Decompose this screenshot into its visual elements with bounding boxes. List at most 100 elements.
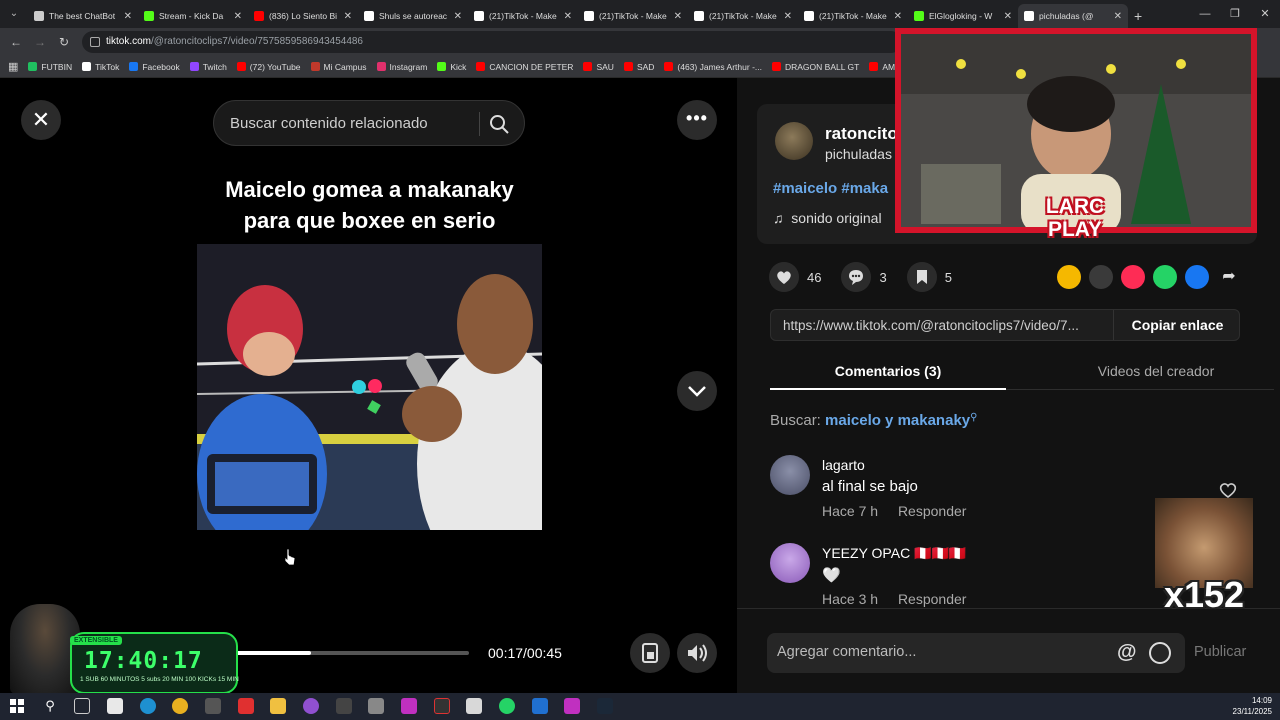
- video-link[interactable]: https://www.tiktok.com/@ratoncitoclips7/…: [783, 318, 1109, 333]
- bookmark-item[interactable]: CANCION DE PETER: [476, 62, 573, 72]
- copy-link-button[interactable]: Copiar enlace: [1114, 310, 1241, 340]
- comment-avatar[interactable]: [770, 543, 810, 583]
- browser-tab[interactable]: Stream - Kick Da ✕: [138, 4, 248, 28]
- publish-button[interactable]: Publicar: [1194, 644, 1246, 660]
- bookmark-item[interactable]: Kick: [437, 62, 466, 72]
- steam-icon[interactable]: [597, 698, 613, 714]
- bookmark-item[interactable]: Twitch: [189, 62, 227, 72]
- browser-tab[interactable]: (836) Lo Siento Bi ✕: [248, 4, 358, 28]
- more-options-button[interactable]: •••: [677, 100, 717, 140]
- tab-close-icon[interactable]: ✕: [1004, 11, 1012, 22]
- file-explorer-icon[interactable]: [270, 698, 286, 714]
- mention-icon[interactable]: @: [1117, 641, 1137, 664]
- whatsapp-taskbar-icon[interactable]: [499, 698, 515, 714]
- browser-tab[interactable]: (21)TikTok - Make ✕: [688, 4, 798, 28]
- whatsapp-icon[interactable]: [1153, 265, 1177, 289]
- taskbar-app-icon[interactable]: [434, 698, 450, 714]
- volume-button[interactable]: [677, 633, 717, 673]
- tab-close-icon[interactable]: ✕: [344, 11, 352, 22]
- minimize-icon[interactable]: —: [1190, 0, 1220, 28]
- task-view-icon[interactable]: [74, 698, 90, 714]
- comment-like-icon[interactable]: [1218, 481, 1238, 499]
- taskbar-app-icon[interactable]: [303, 698, 319, 714]
- bookmark-item[interactable]: FUTBIN: [28, 62, 72, 72]
- browser-tab[interactable]: (21)TikTok - Make ✕: [798, 4, 908, 28]
- save-action[interactable]: 5: [906, 262, 952, 292]
- tab-comments[interactable]: Comentarios (3): [770, 354, 1006, 390]
- bookmark-item[interactable]: (72) YouTube: [236, 62, 301, 72]
- facebook-icon[interactable]: [1185, 265, 1209, 289]
- related-search-box[interactable]: Buscar contenido relacionado: [213, 100, 525, 146]
- tab-close-icon[interactable]: ✕: [1114, 11, 1122, 22]
- embed-icon[interactable]: [1089, 265, 1113, 289]
- taskbar-search-icon[interactable]: ⚲: [42, 698, 58, 714]
- share-arrow-icon[interactable]: ➦: [1217, 265, 1241, 289]
- bookmark-item[interactable]: SAU: [583, 62, 614, 72]
- back-icon[interactable]: ←: [8, 34, 24, 50]
- tab-creator-videos[interactable]: Videos del creador: [1038, 354, 1274, 390]
- url-field[interactable]: tiktok.com/@ratoncitoclips7/video/757585…: [82, 31, 902, 53]
- taskbar-app-icon[interactable]: [368, 698, 384, 714]
- bookmark-item[interactable]: SAD: [623, 62, 654, 72]
- taskbar-app-icon[interactable]: [401, 698, 417, 714]
- comment-user[interactable]: lagarto: [822, 457, 865, 473]
- close-video-button[interactable]: ✕: [21, 100, 61, 140]
- bookmark-item[interactable]: (463) James Arthur -...: [664, 62, 762, 72]
- post-sound[interactable]: ♫ sonido original: [773, 210, 882, 226]
- author-name[interactable]: ratoncito: [825, 124, 898, 144]
- taskbar-app-icon[interactable]: [564, 698, 580, 714]
- emoji-icon[interactable]: [1149, 642, 1171, 664]
- tab-close-icon[interactable]: ✕: [124, 11, 132, 22]
- tab-close-icon[interactable]: ✕: [894, 11, 902, 22]
- comment-avatar[interactable]: [770, 455, 810, 495]
- reply-button[interactable]: Responder: [898, 591, 967, 607]
- taskbar-app-icon[interactable]: [205, 698, 221, 714]
- forward-icon[interactable]: →: [32, 34, 48, 50]
- tab-close-icon[interactable]: ✕: [454, 11, 462, 22]
- taskbar-app-icon[interactable]: [336, 698, 352, 714]
- comments-search-suggestion[interactable]: Buscar: maicelo y makanaky⚲: [770, 412, 977, 429]
- tab-close-icon[interactable]: ✕: [234, 11, 242, 22]
- author-avatar[interactable]: [775, 122, 813, 160]
- browser-tab[interactable]: (21)TikTok - Make ✕: [468, 4, 578, 28]
- reload-icon[interactable]: ↻: [56, 34, 72, 50]
- browser-tab[interactable]: (21)TikTok - Make ✕: [578, 4, 688, 28]
- new-tab-icon[interactable]: +: [1128, 4, 1148, 28]
- taskbar-app-icon[interactable]: [107, 698, 123, 714]
- site-info-icon[interactable]: [90, 37, 100, 47]
- apps-icon[interactable]: ▦: [8, 60, 18, 73]
- edge-icon[interactable]: [140, 698, 156, 714]
- bookmark-item[interactable]: Mi Campus: [310, 62, 367, 72]
- tab-search-icon[interactable]: ⌄: [6, 6, 22, 22]
- tab-close-icon[interactable]: ✕: [674, 11, 682, 22]
- bookmark-item[interactable]: Facebook: [129, 62, 180, 72]
- tab-close-icon[interactable]: ✕: [784, 11, 792, 22]
- comment-action[interactable]: 3: [841, 262, 887, 292]
- calculator-icon[interactable]: [466, 698, 482, 714]
- outlook-icon[interactable]: [532, 698, 548, 714]
- browser-tab[interactable]: The best ChatBot ✕: [28, 4, 138, 28]
- comment-input[interactable]: Agregar comentario... @: [767, 633, 1185, 673]
- post-hashtags[interactable]: #maicelo #maka: [773, 180, 888, 197]
- close-window-icon[interactable]: ✕: [1250, 0, 1280, 28]
- reply-button[interactable]: Responder: [898, 503, 967, 519]
- taskbar-app-icon[interactable]: [238, 698, 254, 714]
- chrome-icon[interactable]: [172, 698, 188, 714]
- browser-tab[interactable]: ElGlogloking - W ✕: [908, 4, 1018, 28]
- windows-start-icon[interactable]: [10, 699, 24, 713]
- like-action[interactable]: 46: [769, 262, 821, 292]
- send-icon[interactable]: [1121, 265, 1145, 289]
- video-progress-bar[interactable]: [215, 651, 469, 655]
- system-clock[interactable]: 14:09 23/11/2025: [1233, 695, 1272, 717]
- bookmark-item[interactable]: TikTok: [82, 62, 119, 72]
- tab-close-icon[interactable]: ✕: [564, 11, 572, 22]
- browser-tab[interactable]: pichuladas (@ ✕: [1018, 4, 1128, 28]
- repost-icon[interactable]: [1057, 265, 1081, 289]
- bookmark-item[interactable]: DRAGON BALL GT: [771, 62, 859, 72]
- restore-icon[interactable]: ❐: [1220, 0, 1250, 28]
- next-video-button[interactable]: [677, 371, 717, 411]
- comment-user[interactable]: YEEZY OPAC 🇵🇪🇵🇪🇵🇪: [822, 545, 966, 562]
- picture-in-picture-button[interactable]: [630, 633, 670, 673]
- bookmark-item[interactable]: Instagram: [376, 62, 427, 72]
- search-icon[interactable]: [488, 113, 510, 135]
